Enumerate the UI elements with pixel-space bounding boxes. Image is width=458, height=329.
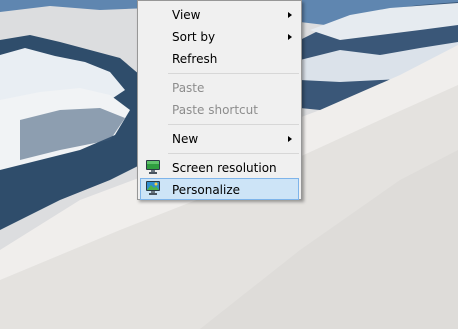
menu-item-label: Refresh	[172, 52, 218, 66]
menu-item-label: Screen resolution	[172, 161, 277, 175]
desktop-context-menu: View Sort by Refresh Paste Paste shortcu…	[137, 0, 302, 200]
menu-separator	[168, 73, 299, 74]
menu-item-label: Sort by	[172, 30, 216, 44]
menu-separator	[168, 124, 299, 125]
submenu-arrow-icon	[288, 12, 292, 18]
desktop-wallpaper[interactable]: View Sort by Refresh Paste Paste shortcu…	[0, 0, 458, 329]
personalize-monitor-icon	[145, 180, 161, 196]
submenu-arrow-icon	[288, 136, 292, 142]
menu-separator	[168, 153, 299, 154]
menu-item-paste[interactable]: Paste	[140, 77, 299, 99]
menu-item-refresh[interactable]: Refresh	[140, 48, 299, 70]
monitor-icon	[145, 159, 161, 175]
menu-item-label: View	[172, 8, 201, 22]
menu-item-label: Paste shortcut	[172, 103, 258, 117]
menu-item-new[interactable]: New	[140, 128, 299, 150]
menu-item-label: Paste	[172, 81, 205, 95]
menu-item-label: New	[172, 132, 199, 146]
submenu-arrow-icon	[288, 34, 292, 40]
menu-item-sort-by[interactable]: Sort by	[140, 26, 299, 48]
menu-item-personalize[interactable]: Personalize	[140, 178, 299, 200]
menu-item-view[interactable]: View	[140, 4, 299, 26]
menu-item-paste-shortcut[interactable]: Paste shortcut	[140, 99, 299, 121]
menu-item-screen-resolution[interactable]: Screen resolution	[140, 157, 299, 179]
menu-item-label: Personalize	[172, 183, 241, 197]
